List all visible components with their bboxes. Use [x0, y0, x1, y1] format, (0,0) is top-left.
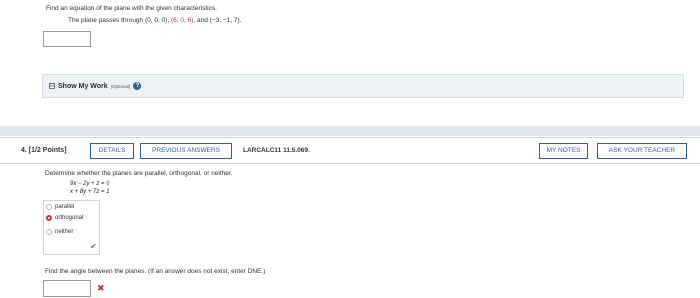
problem-prefix: The plane passes through (0, 0, 0),: [68, 17, 171, 24]
radio-orthogonal[interactable]: [46, 215, 52, 221]
radio-neither[interactable]: [46, 229, 52, 235]
help-icon[interactable]: ?: [133, 82, 142, 90]
equation-1-lhs: 9x − 2y + z =: [70, 181, 107, 187]
points-label: [1/2 Points]: [28, 147, 67, 154]
incorrect-x-icon: ✖: [97, 283, 105, 293]
problem-text: The plane passes through (0, 0, 0), (6, …: [68, 17, 241, 24]
choice-label-orthogonal: orthogonal: [55, 215, 84, 221]
show-work-panel: ⊟ Show My Work (Optional) ?: [42, 74, 684, 98]
angle-prompt: Find the angle between the planes. (If a…: [45, 268, 266, 275]
instruction-text: Find an equation of the plane with the g…: [46, 5, 217, 12]
previous-answers-button[interactable]: PREVIOUS ANSWERS: [140, 143, 232, 159]
choice-parallel[interactable]: parallel: [46, 204, 74, 210]
choice-label-neither: neither: [55, 229, 74, 235]
radio-parallel[interactable]: [46, 204, 52, 210]
question-number: 4. [1/2 Points]: [21, 147, 67, 154]
my-notes-button[interactable]: MY NOTES: [539, 143, 588, 159]
angle-input[interactable]: [43, 280, 91, 297]
equation-1: 9x − 2y + z = 8: [70, 181, 110, 187]
correct-check-icon: ✔: [90, 242, 97, 251]
equation-2: x + 8y + 7z = 1: [70, 189, 110, 195]
ask-your-teacher-button[interactable]: ASK YOUR TEACHER: [597, 143, 687, 159]
choice-orthogonal[interactable]: orthogonal: [46, 215, 83, 221]
show-work-label[interactable]: Show My Work: [58, 83, 108, 90]
question-code: LARCALC11 11.5.069.: [243, 147, 310, 154]
details-button[interactable]: DETAILS: [90, 143, 134, 159]
choice-label-parallel: parallel: [55, 204, 75, 210]
question-prompt: Determine whether the planes are paralle…: [45, 170, 233, 177]
problem-suffix: , and (−3, −1, 7).: [193, 17, 242, 24]
plane-equation-input[interactable]: [43, 31, 91, 47]
expand-toggle-icon[interactable]: ⊟: [49, 83, 55, 89]
problem-point-red: (6, 0, 6): [170, 17, 194, 24]
section-separator: [0, 126, 700, 136]
optional-label: (Optional): [110, 83, 131, 89]
choice-neither[interactable]: neither: [46, 229, 73, 235]
equation-1-rhs: 8: [106, 181, 110, 187]
question-number-value: 4.: [21, 147, 27, 154]
